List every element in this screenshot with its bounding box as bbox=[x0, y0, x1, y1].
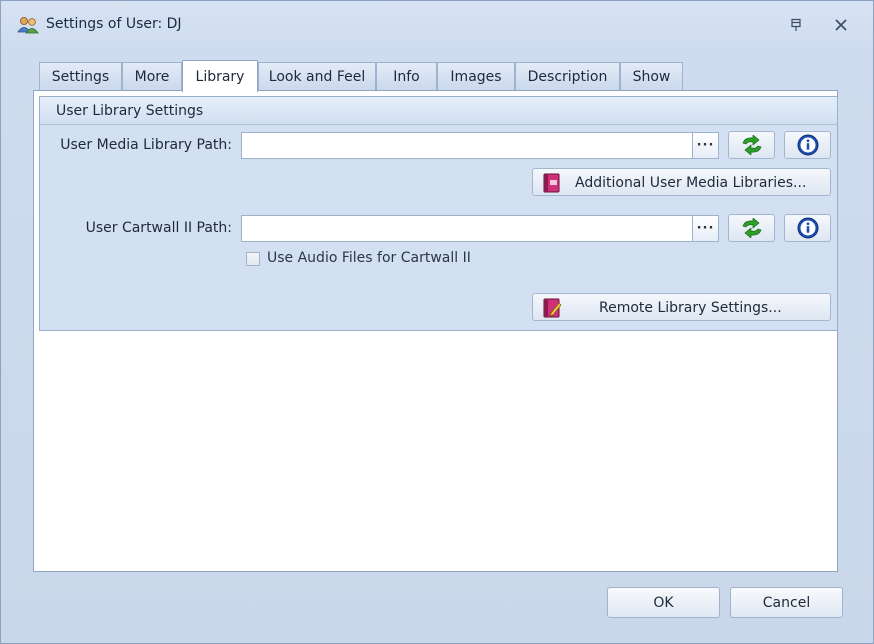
use-audio-files-label: Use Audio Files for Cartwall II bbox=[267, 250, 471, 266]
tab-show[interactable]: Show bbox=[620, 62, 683, 91]
refresh-icon bbox=[742, 135, 761, 155]
tab-more[interactable]: More bbox=[122, 62, 182, 91]
use-audio-files-checkbox[interactable] bbox=[246, 252, 260, 266]
cartwall-path-info-button[interactable] bbox=[784, 214, 831, 242]
settings-dialog: Settings of User: DJ Settings More Libra… bbox=[0, 0, 874, 644]
close-button[interactable] bbox=[831, 15, 851, 35]
tab-description[interactable]: Description bbox=[515, 62, 620, 91]
pin-button[interactable] bbox=[786, 15, 806, 35]
group-header: User Library Settings bbox=[40, 97, 837, 125]
library-book-icon bbox=[543, 173, 560, 193]
tab-look-and-feel[interactable]: Look and Feel bbox=[258, 62, 376, 91]
pin-icon bbox=[791, 18, 801, 31]
ok-button[interactable]: OK bbox=[607, 587, 720, 618]
media-path-label: User Media Library Path: bbox=[60, 137, 232, 153]
tab-images[interactable]: Images bbox=[437, 62, 515, 91]
media-path-input[interactable] bbox=[241, 132, 693, 159]
user-library-settings-group: User Library Settings User Media Library… bbox=[39, 96, 838, 331]
additional-user-media-libraries-button[interactable]: Additional User Media Libraries... bbox=[532, 168, 831, 196]
window-title: Settings of User: DJ bbox=[46, 16, 182, 32]
cancel-button[interactable]: Cancel bbox=[730, 587, 843, 618]
media-path-info-button[interactable] bbox=[784, 131, 831, 159]
refresh-icon bbox=[742, 218, 761, 238]
close-icon bbox=[835, 19, 847, 31]
cartwall-path-label: User Cartwall II Path: bbox=[85, 220, 232, 236]
cartwall-path-refresh-button[interactable] bbox=[728, 214, 775, 242]
media-path-refresh-button[interactable] bbox=[728, 131, 775, 159]
tab-library[interactable]: Library bbox=[182, 60, 258, 92]
library-edit-icon bbox=[543, 298, 562, 318]
users-icon bbox=[17, 17, 39, 34]
tab-info[interactable]: Info bbox=[376, 62, 437, 91]
remote-library-settings-button[interactable]: Remote Library Settings... bbox=[532, 293, 831, 321]
cartwall-path-browse-button[interactable]: ··· bbox=[692, 215, 719, 242]
tab-settings[interactable]: Settings bbox=[39, 62, 122, 91]
cartwall-path-input[interactable] bbox=[241, 215, 693, 242]
title-bar: Settings of User: DJ bbox=[1, 1, 873, 47]
info-icon bbox=[797, 134, 818, 156]
group-title: User Library Settings bbox=[56, 103, 204, 119]
info-icon bbox=[797, 217, 818, 239]
remote-library-label: Remote Library Settings... bbox=[599, 300, 782, 316]
media-path-browse-button[interactable]: ··· bbox=[692, 132, 719, 159]
additional-libraries-label: Additional User Media Libraries... bbox=[575, 175, 807, 191]
